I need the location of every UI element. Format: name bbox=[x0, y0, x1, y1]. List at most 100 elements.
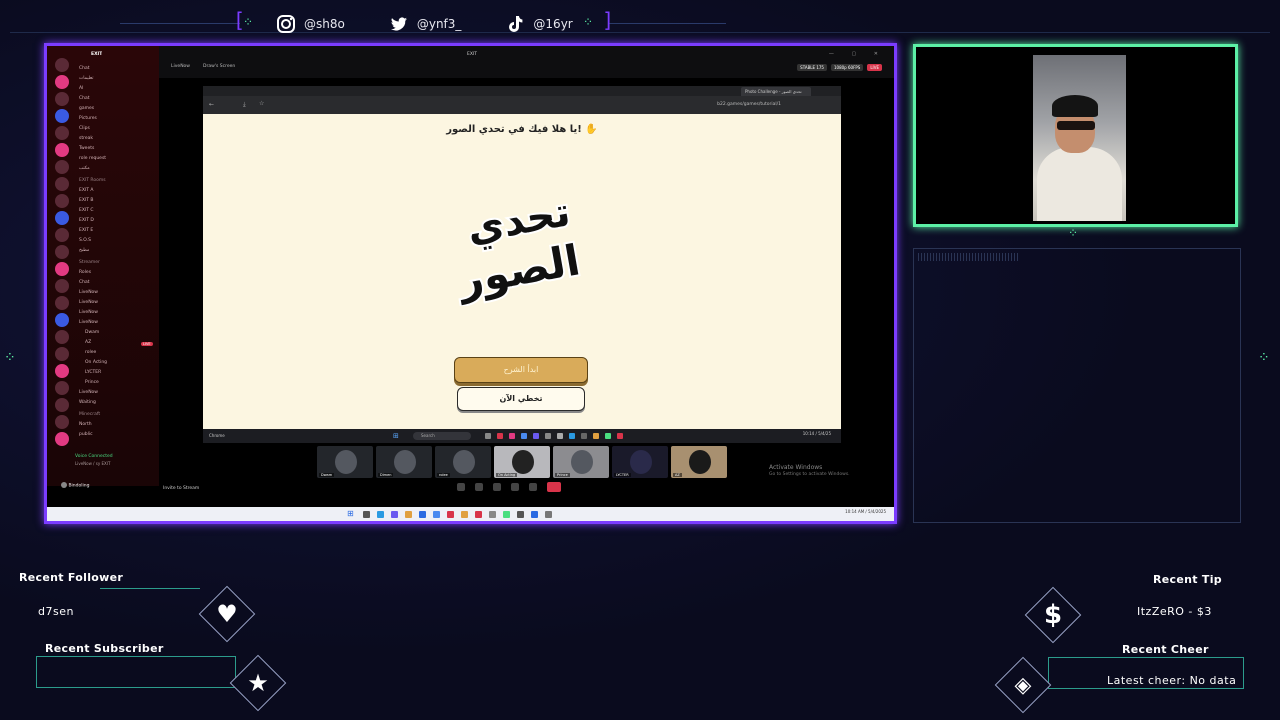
server-icon[interactable] bbox=[55, 160, 69, 174]
channel-item[interactable]: EXIT D bbox=[79, 216, 159, 226]
channel-item[interactable]: role request bbox=[79, 154, 159, 164]
participant-tile[interactable]: AZ bbox=[671, 446, 727, 478]
server-icon[interactable] bbox=[55, 381, 69, 395]
mic-icon[interactable] bbox=[457, 483, 465, 491]
server-icon[interactable] bbox=[55, 228, 69, 242]
participant-tile[interactable]: On Acting bbox=[494, 446, 550, 478]
taskbar-app-icon[interactable] bbox=[419, 511, 426, 518]
participant-tile[interactable]: Prince bbox=[553, 446, 609, 478]
participant-tile[interactable]: LYCTER bbox=[612, 446, 668, 478]
back-icon[interactable]: ← bbox=[209, 101, 214, 108]
participant-tile[interactable]: Dwam bbox=[317, 446, 373, 478]
channel-item[interactable]: تعليمات bbox=[79, 74, 159, 84]
voice-user[interactable]: On Acting bbox=[79, 358, 159, 368]
tiktok-handle[interactable]: @16yr bbox=[505, 14, 573, 34]
server-icon[interactable] bbox=[55, 109, 69, 123]
server-icon[interactable] bbox=[55, 75, 69, 89]
server-icon[interactable] bbox=[55, 58, 69, 72]
taskbar-app-icon[interactable] bbox=[377, 511, 384, 518]
channel-item[interactable]: LiveNow bbox=[79, 388, 159, 398]
taskbar-app-icon[interactable] bbox=[569, 433, 575, 439]
server-icon[interactable] bbox=[55, 398, 69, 412]
invite-to-stream-button[interactable]: Invite to Stream bbox=[163, 486, 199, 491]
server-icon[interactable] bbox=[55, 92, 69, 106]
channel-item[interactable]: EXIT B bbox=[79, 196, 159, 206]
camera-icon[interactable] bbox=[475, 483, 483, 491]
star-icon[interactable]: ☆ bbox=[259, 100, 264, 107]
activity-icon[interactable] bbox=[511, 483, 519, 491]
channel-item[interactable]: Waiting bbox=[79, 398, 159, 408]
taskbar-app-icon[interactable] bbox=[557, 433, 563, 439]
server-icon[interactable] bbox=[55, 245, 69, 259]
taskbar-app-icon[interactable] bbox=[545, 433, 551, 439]
server-icon[interactable] bbox=[55, 415, 69, 429]
skip-now-button[interactable]: تخطي الآن bbox=[457, 387, 585, 411]
server-icon[interactable] bbox=[55, 364, 69, 378]
taskbar-app-icon[interactable] bbox=[475, 511, 482, 518]
server-icon[interactable] bbox=[55, 296, 69, 310]
windows-start-icon[interactable]: ⊞ bbox=[393, 432, 399, 440]
taskbar-app-icon[interactable] bbox=[617, 433, 623, 439]
voice-user[interactable]: Dwam bbox=[79, 328, 159, 338]
channel-item[interactable]: Roles bbox=[79, 268, 159, 278]
voice-user[interactable]: rolee bbox=[79, 348, 159, 358]
channel-category[interactable]: Streamer bbox=[79, 258, 159, 268]
channel-item[interactable]: Pictures bbox=[79, 114, 159, 124]
participant-tile[interactable]: Dimen bbox=[376, 446, 432, 478]
taskbar-app-icon[interactable] bbox=[533, 433, 539, 439]
twitter-handle[interactable]: @ynf3_ bbox=[389, 14, 461, 34]
taskbar-app-icon[interactable] bbox=[497, 433, 503, 439]
server-icon[interactable] bbox=[55, 313, 69, 327]
taskbar-app-icon[interactable] bbox=[461, 511, 468, 518]
window-controls[interactable]: — ▢ ✕ bbox=[829, 51, 886, 57]
server-icon[interactable] bbox=[55, 262, 69, 276]
server-icon[interactable] bbox=[55, 330, 69, 344]
channel-item[interactable]: مكتب bbox=[79, 164, 159, 174]
disconnect-icon[interactable] bbox=[547, 482, 561, 492]
screen-share-icon[interactable] bbox=[493, 483, 501, 491]
channel-item[interactable]: Tweets bbox=[79, 144, 159, 154]
browser-tab[interactable]: Photo Challenge - تحدي الصور bbox=[741, 87, 811, 96]
taskbar-app-icon[interactable] bbox=[503, 511, 510, 518]
taskbar-app-icon[interactable] bbox=[391, 511, 398, 518]
taskbar-app-icon[interactable] bbox=[545, 511, 552, 518]
url-bar[interactable]: b22.games/games/tutorial/1 bbox=[717, 102, 781, 107]
server-icon[interactable] bbox=[55, 143, 69, 157]
taskbar-app-icon[interactable] bbox=[581, 433, 587, 439]
taskbar-app-icon[interactable] bbox=[433, 511, 440, 518]
user-panel[interactable]: Bindoling bbox=[61, 482, 89, 489]
channel-item[interactable]: EXIT E bbox=[79, 226, 159, 236]
channel-item[interactable]: Chat bbox=[79, 64, 159, 74]
channel-item[interactable]: S.O.S bbox=[79, 236, 159, 246]
channel-item[interactable]: North bbox=[79, 420, 159, 430]
taskbar-app-icon[interactable] bbox=[363, 511, 370, 518]
taskbar-app-icon[interactable] bbox=[517, 511, 524, 518]
channel-item[interactable]: LiveNow bbox=[79, 298, 159, 308]
taskbar-app-icon[interactable] bbox=[509, 433, 515, 439]
channel-item[interactable]: LiveNow bbox=[79, 288, 159, 298]
taskbar-app-label[interactable]: Chrome bbox=[209, 433, 225, 438]
channel-category[interactable]: Minecraft bbox=[79, 410, 159, 420]
tab-livenow[interactable]: LiveNow bbox=[171, 64, 190, 69]
taskbar-app-icon[interactable] bbox=[593, 433, 599, 439]
channel-item[interactable]: public bbox=[79, 430, 159, 440]
voice-user[interactable]: Prince bbox=[79, 378, 159, 388]
channel-item[interactable]: AI bbox=[79, 84, 159, 94]
server-icon[interactable] bbox=[55, 211, 69, 225]
instagram-handle[interactable]: @sh8o bbox=[276, 14, 345, 34]
channel-item[interactable]: streak bbox=[79, 134, 159, 144]
tab-screen-share[interactable]: Draw's Screen bbox=[203, 64, 235, 69]
participant-tile[interactable]: rolee bbox=[435, 446, 491, 478]
server-icon[interactable] bbox=[55, 347, 69, 361]
channel-item[interactable]: Clips bbox=[79, 124, 159, 134]
download-icon[interactable]: ⤓ bbox=[243, 101, 246, 109]
channel-item[interactable]: مطبخ bbox=[79, 246, 159, 256]
soundboard-icon[interactable] bbox=[529, 483, 537, 491]
server-icon[interactable] bbox=[55, 279, 69, 293]
taskbar-app-icon[interactable] bbox=[405, 511, 412, 518]
channel-item[interactable]: Chat bbox=[79, 278, 159, 288]
channel-item[interactable]: EXIT A bbox=[79, 186, 159, 196]
channel-item[interactable]: EXIT C bbox=[79, 206, 159, 216]
channel-item[interactable]: LiveNow bbox=[79, 308, 159, 318]
taskbar-app-icon[interactable] bbox=[447, 511, 454, 518]
